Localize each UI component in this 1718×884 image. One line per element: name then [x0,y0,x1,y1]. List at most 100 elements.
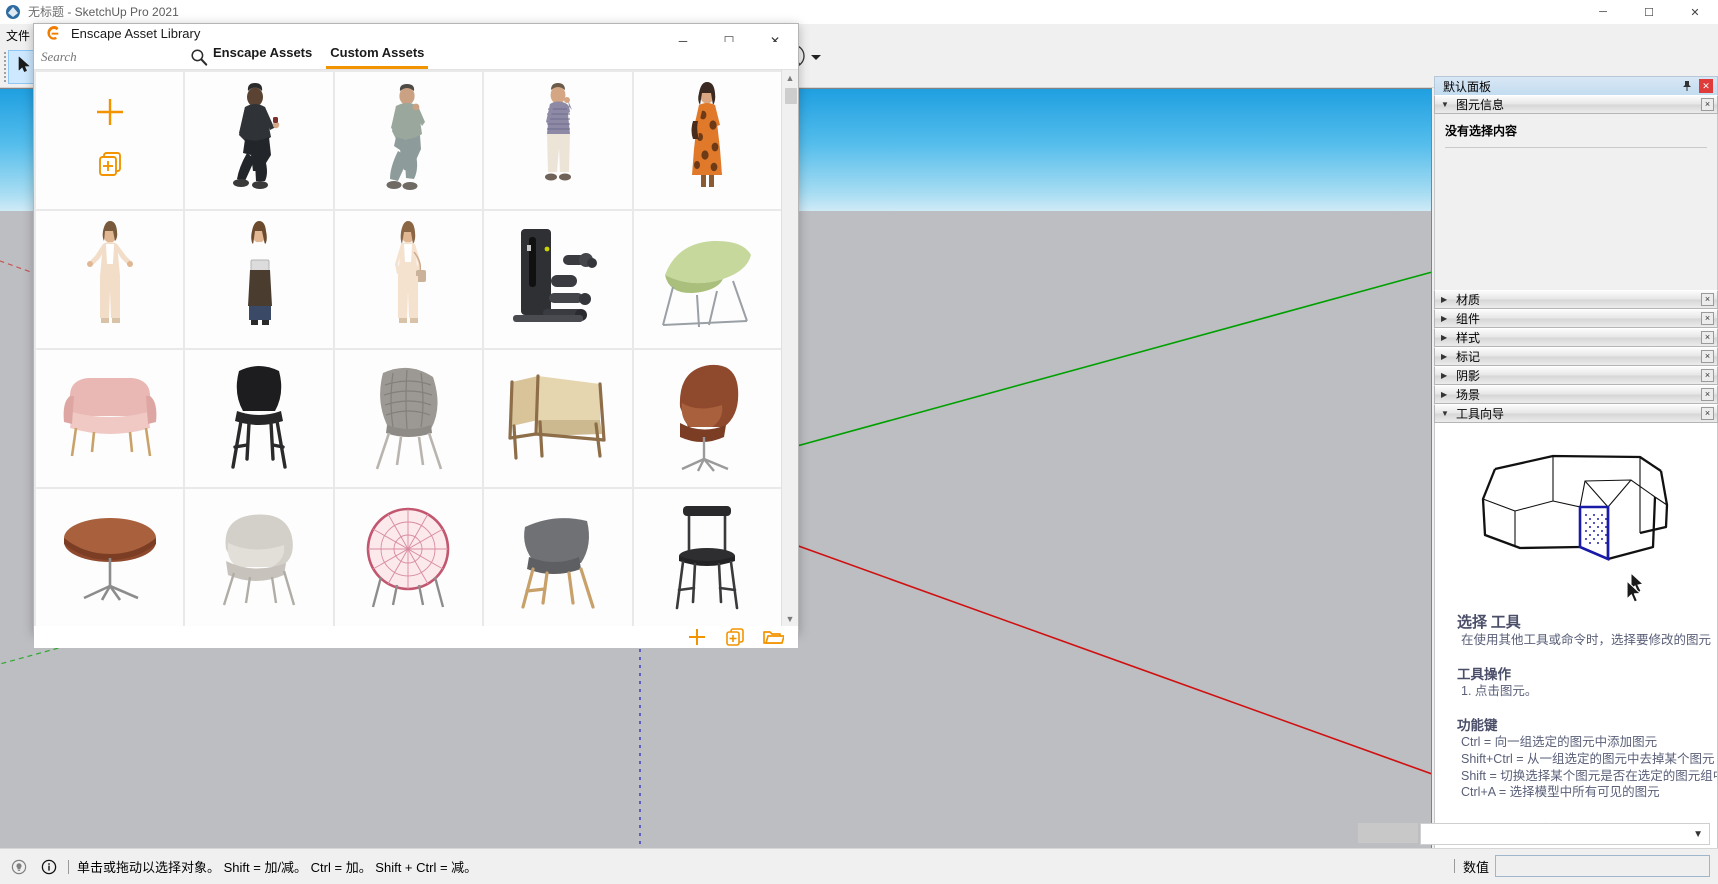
wood-frame-lounge-chair [496,364,620,474]
chevron-down-icon[interactable]: ▼ [1693,829,1703,840]
asset-cell[interactable] [36,489,183,626]
measurements-input[interactable] [1495,855,1710,877]
window-maximize-button[interactable]: ☐ [1626,0,1672,24]
tray-titlebar: 默认面板 ✕ [1434,76,1718,95]
window-minimize-button[interactable]: ─ [1580,0,1626,24]
asset-cell[interactable] [335,72,482,209]
plus-icon[interactable] [686,626,708,648]
scrollbar-thumb[interactable] [785,88,797,104]
section-header-tags[interactable]: ▶ 标记 × [1434,347,1718,366]
select-arrow-icon [16,56,34,79]
section-header-styles[interactable]: ▶ 样式 × [1434,328,1718,347]
asset-grid-area: ▲ ▼ [34,69,798,626]
seated-man-dark-suit [211,81,307,201]
scroll-down-button[interactable]: ▼ [782,611,798,626]
section-close-materials[interactable]: × [1701,293,1714,306]
window-title-app: - SketchUp Pro 2021 [64,5,179,19]
section-header-scenes[interactable]: ▶ 场景 × [1434,385,1718,404]
main-titlebar: 无标题 - SketchUp Pro 2021 ─ ☐ ✕ [0,0,1718,24]
chevron-down-icon: ▼ [1441,409,1450,418]
asset-cell[interactable] [36,211,183,348]
search-input[interactable] [39,48,189,66]
add-multiple-assets-icon[interactable] [724,626,746,648]
asset-cell[interactable] [484,72,631,209]
add-asset-cell[interactable] [36,72,183,209]
section-header-materials[interactable]: ▶ 材质 × [1434,290,1718,309]
info-circle-icon[interactable] [38,856,60,878]
asset-grid-scrollbar[interactable]: ▲ ▼ [781,70,798,626]
asset-cell[interactable] [185,211,332,348]
tray-title-label: 默认面板 [1443,78,1491,95]
plus-icon[interactable] [93,95,127,134]
section-close-scenes[interactable]: × [1701,388,1714,401]
pink-armchair [50,364,170,474]
entity-info-body: 没有选择内容 [1434,114,1718,290]
house-selection-diagram-icon [1435,435,1717,595]
vcb-separator [1454,859,1455,873]
chevron-down-icon[interactable] [810,49,822,67]
section-header-shadows[interactable]: ▶ 阴影 × [1434,366,1718,385]
lightbulb-help-icon[interactable] [8,856,30,878]
status-combo-strip[interactable]: ▼ [1420,823,1710,845]
gym-machine-dark [503,219,613,341]
section-close-instructor[interactable]: × [1701,407,1714,420]
section-close-shadows[interactable]: × [1701,369,1714,382]
instructor-body: 选择 工具 在使用其他工具或命令时，选择要修改的图元 工具操作 1. 点击图元。… [1434,423,1718,884]
status-message: 单击或拖动以选择对象。 Shift = 加/减。 Ctrl = 加。 Shift… [77,857,477,876]
asset-cell[interactable] [335,489,482,626]
section-header-components[interactable]: ▶ 组件 × [1434,309,1718,328]
asset-cell[interactable] [36,350,183,487]
section-label-tags: 标记 [1456,348,1480,365]
pink-acapulco-chair [351,501,465,615]
standing-woman-apron-tablet [211,220,307,340]
instructor-operation-heading: 工具操作 [1457,663,1711,683]
tab-custom-assets[interactable]: Custom Assets [326,42,428,69]
measurements-label: 数值 [1463,857,1489,876]
asset-cell[interactable] [634,211,781,348]
sketchup-application-window: 无标题 - SketchUp Pro 2021 ─ ☐ ✕ 文件 [0,0,1718,884]
instructor-modifier-1: Ctrl = 向一组选定的图元中添加图元 [1457,734,1711,751]
add-multiple-assets-icon[interactable] [93,150,127,187]
asset-cell[interactable] [484,350,631,487]
black-metal-chair [657,498,757,618]
search-field-wrapper [39,48,209,66]
instructor-modifier-heading: 功能键 [1457,714,1711,734]
dialog-tabs: Enscape Assets Custom Assets [209,42,438,69]
measurements-toolbar: 数值 [1454,855,1710,877]
grey-shell-wood-chair [501,503,615,613]
section-close-components[interactable]: × [1701,312,1714,325]
asset-cell[interactable] [335,211,482,348]
section-close-tags[interactable]: × [1701,350,1714,363]
asset-cell[interactable] [634,489,781,626]
status-separator [68,860,69,874]
section-close-entity-info[interactable]: × [1701,98,1714,111]
window-close-button[interactable]: ✕ [1672,0,1718,24]
asset-cell[interactable] [335,350,482,487]
tab-enscape-assets[interactable]: Enscape Assets [209,42,316,69]
asset-cell[interactable] [634,350,781,487]
asset-cell[interactable] [185,350,332,487]
entity-info-divider [1445,147,1707,148]
section-label-shadows: 阴影 [1456,367,1480,384]
grey-womb-chair [202,503,316,613]
asset-cell[interactable] [484,489,631,626]
section-label-styles: 样式 [1456,329,1480,346]
instructor-operation-step: 1. 点击图元。 [1457,683,1711,700]
tray-close-icon[interactable]: ✕ [1699,79,1713,93]
asset-cell[interactable] [185,72,332,209]
section-close-styles[interactable]: × [1701,331,1714,344]
open-folder-icon[interactable] [762,626,784,648]
menu-item-file[interactable]: 文件 [0,25,36,46]
scroll-up-button[interactable]: ▲ [782,70,798,85]
instructor-modifier-4: Ctrl+A = 选择模型中所有可见的图元 [1457,784,1711,801]
section-header-instructor[interactable]: ▼ 工具向导 × [1434,404,1718,423]
asset-cell[interactable] [185,489,332,626]
section-header-entity-info[interactable]: ▼ 图元信息 × [1434,95,1718,114]
asset-cell[interactable] [634,72,781,209]
brown-leather-egg-chair [652,359,762,479]
pin-icon[interactable] [1680,79,1694,93]
asset-cell[interactable] [484,211,631,348]
status-left-box [1358,823,1418,843]
enscape-logo-icon [44,24,62,42]
brown-leather-ottoman [50,508,170,608]
